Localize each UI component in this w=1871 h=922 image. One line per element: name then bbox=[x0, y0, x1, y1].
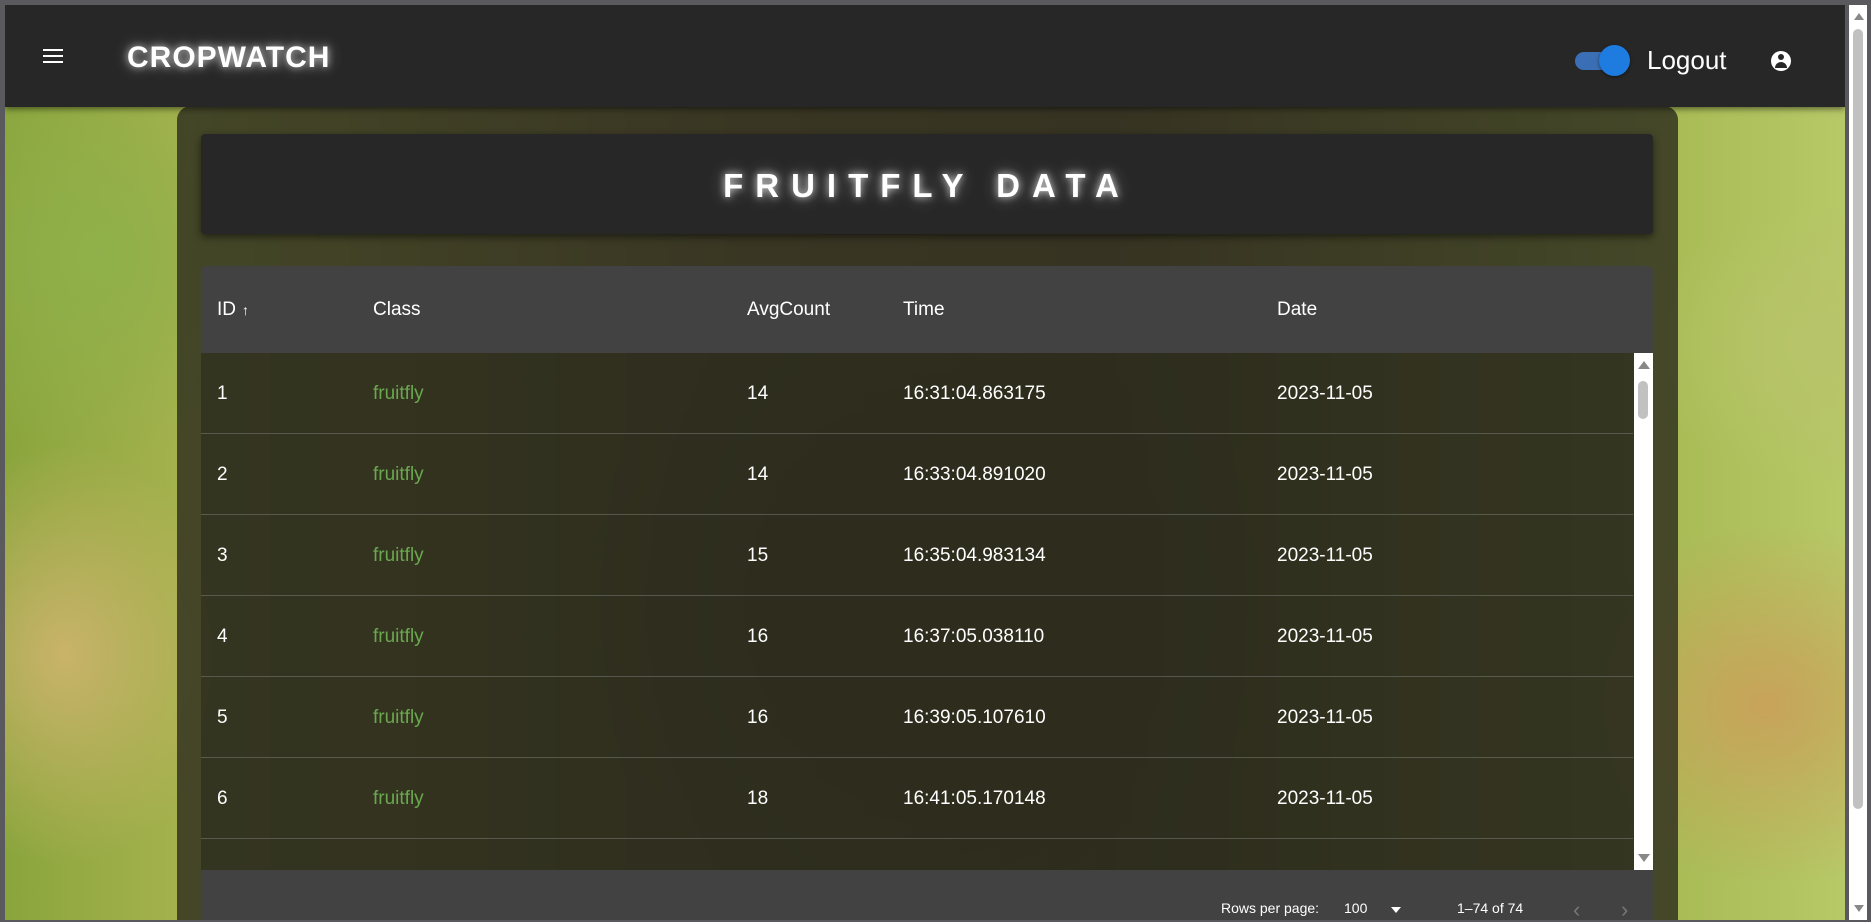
table-row[interactable]: 6 fruitfly 18 16:41:05.170148 2023-11-05 bbox=[201, 758, 1633, 839]
page-scroll-up-icon[interactable] bbox=[1854, 13, 1864, 20]
cell-avgcount: 18 bbox=[747, 788, 769, 809]
scrollbar-thumb[interactable] bbox=[1638, 381, 1648, 419]
rows-per-page-label: Rows per page: bbox=[1221, 900, 1320, 916]
cell-date: 2023-11-05 bbox=[1277, 545, 1373, 566]
app-bar: CROPWATCH Logout bbox=[5, 5, 1845, 107]
cell-id: 4 bbox=[217, 626, 228, 647]
cell-class: fruitfly bbox=[373, 626, 424, 647]
scroll-up-arrow-icon[interactable] bbox=[1638, 361, 1650, 369]
cell-id: 5 bbox=[217, 707, 228, 728]
cell-id: 6 bbox=[217, 788, 228, 809]
cell-date: 2023-11-05 bbox=[1277, 788, 1373, 809]
pagination-range: 1–74 of 74 bbox=[1457, 900, 1524, 916]
cell-avgcount: 16 bbox=[747, 707, 769, 728]
page-scrollbar[interactable] bbox=[1849, 5, 1867, 920]
cell-date: 2023-11-05 bbox=[1277, 383, 1373, 404]
column-header-avgcount[interactable]: AvgCount bbox=[747, 299, 830, 321]
table-row[interactable]: 2 fruitfly 14 16:33:04.891020 2023-11-05 bbox=[201, 434, 1633, 515]
page-scroll-down-icon[interactable] bbox=[1854, 905, 1864, 912]
cell-date: 2023-11-05 bbox=[1277, 707, 1373, 728]
column-header-time[interactable]: Time bbox=[903, 299, 945, 321]
column-label-id: ID bbox=[217, 299, 236, 320]
title-card: FRUITFLY DATA bbox=[201, 134, 1653, 234]
cell-id: 2 bbox=[217, 464, 228, 485]
column-header-date[interactable]: Date bbox=[1277, 299, 1317, 321]
app-window: CROPWATCH Logout FRUITFLY DATA ID ↑ Class… bbox=[5, 5, 1845, 920]
cell-time: 16:33:04.891020 bbox=[903, 464, 1046, 485]
logout-button[interactable]: Logout bbox=[1647, 45, 1727, 76]
previous-page-button[interactable]: ‹ bbox=[1573, 897, 1580, 920]
page-title: FRUITFLY DATA bbox=[723, 167, 1131, 204]
grid-body: 1 fruitfly 14 16:31:04.863175 2023-11-05… bbox=[201, 353, 1653, 870]
page-scrollbar-thumb[interactable] bbox=[1853, 29, 1863, 809]
brand-logo: CROPWATCH bbox=[127, 41, 331, 74]
cell-class: fruitfly bbox=[373, 788, 424, 809]
table-row[interactable]: 3 fruitfly 15 16:35:04.983134 2023-11-05 bbox=[201, 515, 1633, 596]
cell-time: 16:39:05.107610 bbox=[903, 707, 1046, 728]
scroll-down-arrow-icon[interactable] bbox=[1638, 854, 1650, 862]
rows-per-page-select[interactable]: 100 bbox=[1344, 900, 1367, 916]
menu-icon[interactable] bbox=[43, 49, 63, 63]
cell-class: fruitfly bbox=[373, 464, 424, 485]
cell-avgcount: 14 bbox=[747, 383, 769, 404]
cell-time: 16:37:05.038110 bbox=[903, 626, 1045, 647]
column-header-id[interactable]: ID ↑ bbox=[217, 299, 249, 321]
sort-ascending-icon[interactable]: ↑ bbox=[242, 302, 249, 318]
cell-id: 1 bbox=[217, 383, 228, 404]
cell-time: 16:31:04.863175 bbox=[903, 383, 1046, 404]
table-row[interactable]: 4 fruitfly 16 16:37:05.038110 2023-11-05 bbox=[201, 596, 1633, 677]
cell-avgcount: 15 bbox=[747, 545, 769, 566]
cell-time: 16:35:04.983134 bbox=[903, 545, 1046, 566]
theme-toggle[interactable] bbox=[1571, 45, 1630, 76]
cell-date: 2023-11-05 bbox=[1277, 626, 1373, 647]
cell-date: 2023-11-05 bbox=[1277, 464, 1373, 485]
cell-class: fruitfly bbox=[373, 545, 424, 566]
cell-class: fruitfly bbox=[373, 383, 424, 404]
cell-time: 16:41:05.170148 bbox=[903, 788, 1046, 809]
cell-avgcount: 14 bbox=[747, 464, 769, 485]
data-grid: ID ↑ Class AvgCount Time Date 1 fruitfly … bbox=[201, 266, 1653, 920]
chevron-down-icon[interactable] bbox=[1391, 907, 1401, 913]
next-page-button[interactable]: › bbox=[1621, 897, 1628, 920]
cell-class: fruitfly bbox=[373, 707, 424, 728]
pagination-footer: Rows per page: 100 1–74 of 74 ‹ › bbox=[201, 870, 1653, 920]
table-scrollbar[interactable] bbox=[1634, 353, 1653, 870]
grid-header: ID ↑ Class AvgCount Time Date bbox=[201, 266, 1653, 353]
column-header-class[interactable]: Class bbox=[373, 299, 421, 321]
content-panel: FRUITFLY DATA ID ↑ Class AvgCount Time Da… bbox=[177, 106, 1678, 920]
account-circle-icon[interactable] bbox=[1771, 51, 1791, 71]
cell-avgcount: 16 bbox=[747, 626, 769, 647]
table-row[interactable]: 5 fruitfly 16 16:39:05.107610 2023-11-05 bbox=[201, 677, 1633, 758]
table-row[interactable]: 1 fruitfly 14 16:31:04.863175 2023-11-05 bbox=[201, 353, 1633, 434]
toggle-thumb bbox=[1599, 45, 1630, 76]
cell-id: 3 bbox=[217, 545, 228, 566]
